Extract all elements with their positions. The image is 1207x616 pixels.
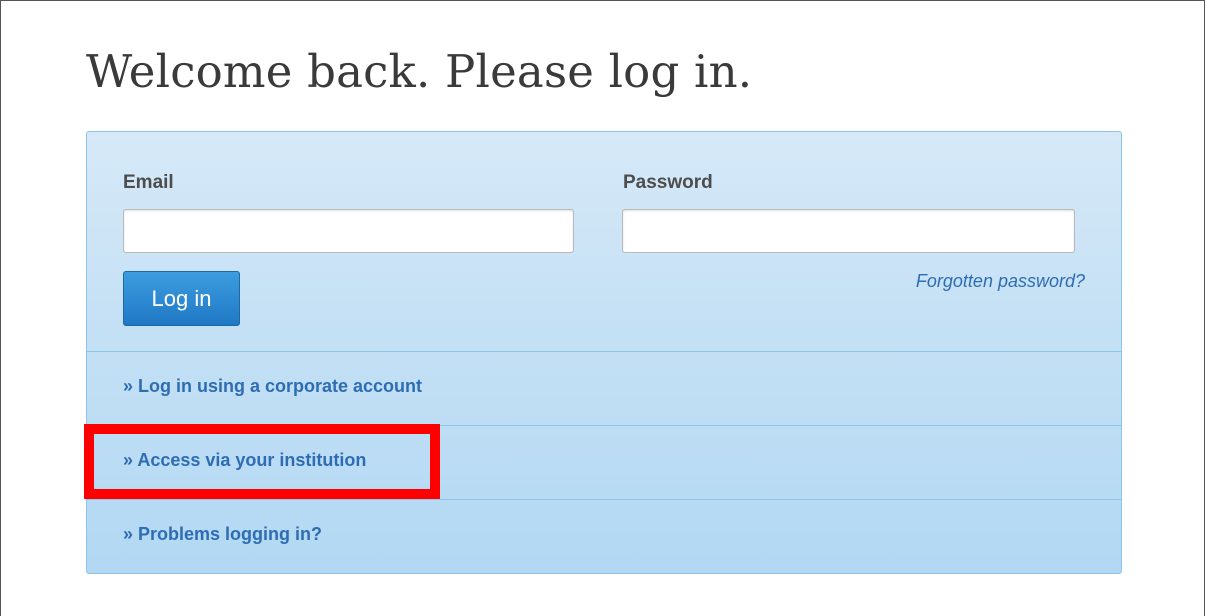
login-button[interactable]: Log in — [123, 271, 240, 326]
institution-access-row: » Access via your institution — [87, 425, 1121, 499]
page-title: Welcome back. Please log in. — [86, 45, 753, 98]
password-field[interactable] — [622, 209, 1075, 253]
corporate-login-link[interactable]: » Log in using a corporate account — [123, 376, 422, 397]
email-label: Email — [123, 172, 174, 193]
problems-logging-in-row: » Problems logging in? — [87, 499, 1121, 573]
problems-logging-in-link[interactable]: » Problems logging in? — [123, 524, 322, 545]
institution-access-link[interactable]: » Access via your institution — [123, 450, 366, 471]
login-form: Email Password Log in Forgotten password… — [87, 132, 1121, 352]
corporate-login-row: » Log in using a corporate account — [87, 351, 1121, 425]
forgot-password-link[interactable]: Forgotten password? — [916, 271, 1085, 292]
email-field[interactable] — [123, 209, 574, 253]
password-label: Password — [623, 172, 713, 193]
login-panel: Email Password Log in Forgotten password… — [86, 131, 1122, 574]
